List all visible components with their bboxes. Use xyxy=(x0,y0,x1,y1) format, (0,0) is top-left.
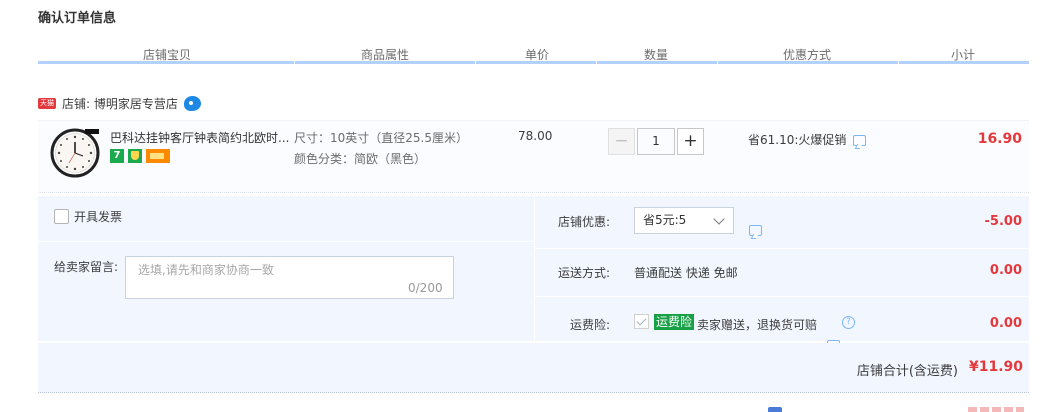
unit-price: 78.00 xyxy=(518,129,553,143)
panel-divider xyxy=(534,196,535,341)
insurance-fee: 0.00 xyxy=(989,316,1022,331)
shop-discount-select[interactable]: 省5元:5 xyxy=(634,207,734,234)
insurance-checkbox[interactable] xyxy=(634,314,649,329)
shop-discount-label: 店铺优惠: xyxy=(558,215,611,229)
item-subtotal: 16.90 xyxy=(977,131,1022,147)
shop-name-link[interactable]: 店铺: 博明家居专营店 xyxy=(62,95,178,112)
comment-icon[interactable] xyxy=(749,225,762,236)
tmall-icon: 天猫 xyxy=(38,97,56,109)
shipping-label: 运送方式: xyxy=(558,266,611,280)
help-icon[interactable]: ? xyxy=(842,316,855,329)
comment-icon[interactable] xyxy=(853,135,866,146)
next-section-icon xyxy=(768,407,782,412)
invoice-checkbox[interactable] xyxy=(54,209,69,224)
seven-day-return-icon[interactable]: 7 xyxy=(110,149,124,163)
header-separator xyxy=(717,59,718,65)
shop-row: 天猫 店铺: 博明家居专营店 xyxy=(38,95,201,111)
product-thumbnail[interactable] xyxy=(49,127,101,179)
header-separator xyxy=(596,59,597,65)
next-section-amount-glimpse xyxy=(968,407,1024,412)
panel-divider xyxy=(38,241,534,242)
panel-divider xyxy=(534,296,1029,297)
header-divider-line xyxy=(38,61,1029,64)
seller-memo-label: 给卖家留言: xyxy=(54,260,119,274)
invoice-label: 开具发票 xyxy=(74,210,123,224)
product-attr-color: 颜色分类：简欧（黑色） xyxy=(294,152,427,166)
header-separator xyxy=(475,59,476,65)
insurance-badge: 运费险 xyxy=(654,314,695,330)
guarantee-icon[interactable] xyxy=(128,149,142,163)
shop-discount-amount: -5.00 xyxy=(984,214,1022,229)
credit-card-icon[interactable] xyxy=(146,149,170,163)
shop-discount-selected: 省5元:5 xyxy=(643,213,687,227)
service-badges: 7 xyxy=(110,149,170,163)
shipping-fee: 0.00 xyxy=(989,263,1022,278)
quantity-decrease-button[interactable]: − xyxy=(608,128,635,155)
chat-seller-icon[interactable] xyxy=(183,95,201,111)
page-title: 确认订单信息 xyxy=(38,11,117,26)
shop-total-label: 店铺合计(含运费) xyxy=(856,364,958,379)
seller-memo-char-count: 0/200 xyxy=(408,281,443,295)
quantity-stepper: − 1 + xyxy=(608,128,704,155)
panel-divider xyxy=(534,248,1029,249)
insurance-label: 运费险: xyxy=(570,318,611,332)
quantity-input[interactable]: 1 xyxy=(637,128,675,155)
chevron-down-icon xyxy=(713,213,725,225)
header-separator xyxy=(294,59,295,65)
invoice-option[interactable]: 开具发票 xyxy=(54,208,122,225)
seller-memo-placeholder: 选填,请先和商家协商一致 xyxy=(138,263,274,277)
header-separator xyxy=(898,59,899,65)
product-title-link[interactable]: 巴科达挂钟客厅钟表简约北欧时... xyxy=(110,129,290,146)
shop-total-amount: ¥11.90 xyxy=(968,359,1023,375)
quantity-increase-button[interactable]: + xyxy=(677,128,704,155)
promotion-text: 省61.10:火爆促销 xyxy=(748,133,847,147)
product-attr-size: 尺寸：10英寸（直径25.5厘米） xyxy=(294,131,468,145)
insurance-text: 卖家赠送，退换货可赔 xyxy=(697,318,818,332)
shipping-method: 普通配送 快递 免邮 xyxy=(634,266,738,280)
